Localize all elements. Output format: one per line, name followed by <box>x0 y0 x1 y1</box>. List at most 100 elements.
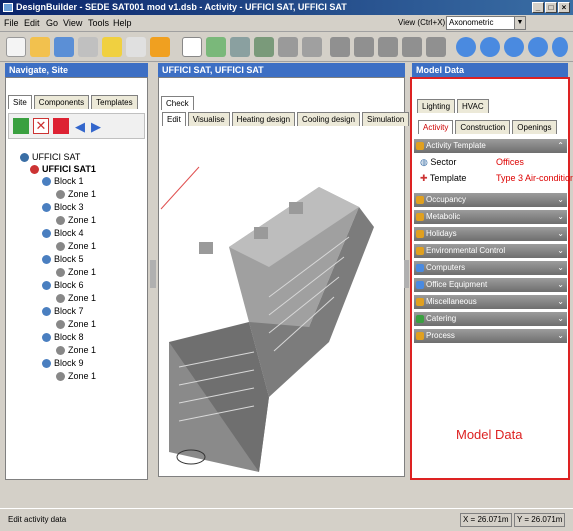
section-office-equipment[interactable]: Office Equipment ⌄ <box>414 278 567 292</box>
building-model-view[interactable] <box>159 127 404 475</box>
menu-edit[interactable]: Edit <box>24 18 40 28</box>
tab-heating-design[interactable]: Heating design <box>231 112 296 126</box>
menu-go[interactable]: Go <box>46 18 58 28</box>
tree-site[interactable]: UFFICI SAT <box>20 152 80 162</box>
tab-visualise[interactable]: Visualise <box>187 112 230 126</box>
tab-check[interactable]: Check <box>161 96 194 110</box>
section-metabolic[interactable]: Metabolic ⌄ <box>414 210 567 224</box>
fit-icon[interactable] <box>552 37 568 57</box>
roof-unit <box>289 202 303 214</box>
zone-icon <box>56 293 65 303</box>
tab-hvac[interactable]: HVAC <box>457 99 489 113</box>
flag-icon[interactable] <box>53 118 69 134</box>
section-occupancy[interactable]: Occupancy ⌄ <box>414 193 567 207</box>
tool-icon[interactable] <box>330 37 350 57</box>
tree-building[interactable]: UFFICI SAT1 <box>30 164 96 174</box>
close-button[interactable]: × <box>558 2 570 13</box>
tab-simulation[interactable]: Simulation <box>361 112 410 126</box>
zoom-out-icon[interactable] <box>504 37 524 57</box>
section-holidays[interactable]: Holidays ⌄ <box>414 227 567 241</box>
section-environmental-control[interactable]: Environmental Control ⌄ <box>414 244 567 258</box>
tool-icon[interactable] <box>254 37 274 57</box>
block-icon <box>42 202 51 212</box>
pencil-icon[interactable] <box>126 37 146 57</box>
pointer-icon[interactable] <box>182 37 202 57</box>
tool-icon[interactable] <box>278 37 298 57</box>
tree-zone[interactable]: Zone 1 <box>56 241 96 251</box>
zoom-in-icon[interactable] <box>480 37 500 57</box>
tree-zone[interactable]: Zone 1 <box>56 371 96 381</box>
chevron-down-icon: ⌄ <box>557 229 564 238</box>
chevron-down-icon: ⌄ <box>557 212 564 221</box>
main-toolbar <box>0 32 573 62</box>
save-icon[interactable] <box>54 37 74 57</box>
right-splitter[interactable] <box>404 260 409 288</box>
menu-tools[interactable]: Tools <box>88 18 109 28</box>
new-file-icon[interactable] <box>6 37 26 57</box>
roof-unit <box>254 227 268 239</box>
tree-zone[interactable]: Zone 1 <box>56 189 96 199</box>
prop-sector-value[interactable]: Offices <box>496 157 524 167</box>
back-icon[interactable]: ◀ <box>75 119 85 135</box>
tool-icon[interactable] <box>378 37 398 57</box>
tab-cooling-design[interactable]: Cooling design <box>297 112 360 126</box>
forward-icon[interactable]: ▶ <box>91 119 101 135</box>
minimize-button[interactable]: _ <box>532 2 544 13</box>
tree-zone[interactable]: Zone 1 <box>56 267 96 277</box>
tab-components[interactable]: Components <box>33 95 90 109</box>
menu-help[interactable]: Help <box>113 18 132 28</box>
tab-openings[interactable]: Openings <box>512 120 557 134</box>
tree-zone[interactable]: Zone 1 <box>56 293 96 303</box>
section-process[interactable]: Process ⌄ <box>414 329 567 343</box>
tree-block[interactable]: Block 6 <box>42 280 84 290</box>
tab-templates[interactable]: Templates <box>91 95 138 109</box>
tab-activity[interactable]: Activity <box>418 120 454 134</box>
zone-icon <box>56 189 65 199</box>
tree-block[interactable]: Block 5 <box>42 254 84 264</box>
tab-construction[interactable]: Construction <box>455 120 511 134</box>
section-miscellaneous[interactable]: Miscellaneous ⌄ <box>414 295 567 309</box>
maximize-button[interactable]: □ <box>545 2 557 13</box>
print-icon[interactable] <box>78 37 98 57</box>
pan-icon[interactable] <box>528 37 548 57</box>
chevron-down-icon: ⌄ <box>557 195 564 204</box>
section-catering[interactable]: Catering ⌄ <box>414 312 567 326</box>
tool-icon[interactable] <box>230 37 250 57</box>
block-icon <box>42 280 51 290</box>
delete-icon[interactable]: ✕ <box>33 118 49 134</box>
section-computers[interactable]: Computers ⌄ <box>414 261 567 275</box>
tool-icon[interactable] <box>402 37 422 57</box>
tool-icon[interactable] <box>426 37 446 57</box>
menu-view[interactable]: View <box>63 18 82 28</box>
left-splitter[interactable] <box>150 260 156 288</box>
tab-site[interactable]: Site <box>8 95 32 109</box>
tree-block[interactable]: Block 9 <box>42 358 84 368</box>
open-folder-icon[interactable] <box>30 37 50 57</box>
tab-lighting[interactable]: Lighting <box>417 99 456 113</box>
catering-icon <box>416 315 424 323</box>
menu-file[interactable]: File <box>4 18 19 28</box>
view-select[interactable]: Axonometric ▼ <box>446 16 526 30</box>
tree-zone[interactable]: Zone 1 <box>56 319 96 329</box>
tab-edit[interactable]: Edit <box>162 112 186 126</box>
tree-zone[interactable]: Zone 1 <box>56 215 96 225</box>
chevron-down-icon: ⌄ <box>557 331 564 340</box>
add-icon[interactable] <box>13 118 29 134</box>
tree-block[interactable]: Block 8 <box>42 332 84 342</box>
roof-unit <box>199 242 213 254</box>
miscellaneous-icon <box>416 298 424 306</box>
brush-icon[interactable] <box>150 37 170 57</box>
draw-block-icon[interactable] <box>206 37 226 57</box>
tree-block[interactable]: Block 1 <box>42 176 84 186</box>
computers-icon <box>416 264 424 272</box>
section-activity-template[interactable]: Activity Template ⌃ <box>414 139 567 153</box>
light-icon[interactable] <box>102 37 122 57</box>
tree-zone[interactable]: Zone 1 <box>56 345 96 355</box>
tool-icon[interactable] <box>302 37 322 57</box>
tree-block[interactable]: Block 3 <box>42 202 84 212</box>
tool-icon[interactable] <box>354 37 374 57</box>
rotate-icon[interactable] <box>456 37 476 57</box>
tree-block[interactable]: Block 4 <box>42 228 84 238</box>
prop-template-value[interactable]: Type 3 Air-conditione <box>496 173 573 183</box>
tree-block[interactable]: Block 7 <box>42 306 84 316</box>
